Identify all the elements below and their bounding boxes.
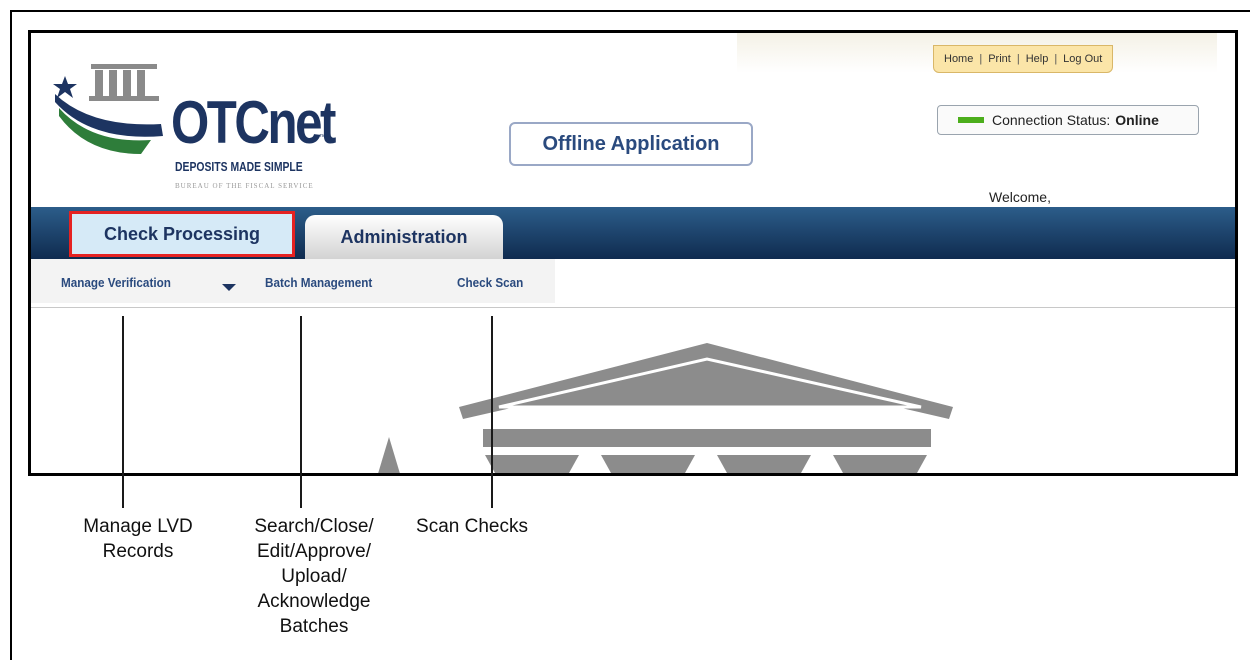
link-separator: |: [979, 53, 983, 65]
background-building-illustration: [378, 343, 953, 473]
callout-scan-checks: Scan Checks: [416, 516, 528, 537]
welcome-text: Welcome,: [989, 189, 1051, 205]
logo-tagline: DEPOSITS MADE SIMPLE: [175, 159, 303, 174]
chevron-down-icon[interactable]: [222, 284, 236, 291]
app-window: OTCnet ™ DEPOSITS MADE SIMPLE BUREAU OF …: [28, 30, 1238, 476]
tab-administration[interactable]: Administration: [305, 215, 503, 259]
logout-link[interactable]: Log Out: [1063, 53, 1102, 65]
connection-status-value: Online: [1115, 112, 1159, 128]
offline-application-badge: Offline Application: [509, 122, 753, 166]
callout-line-manage-verification: [122, 316, 124, 508]
link-separator: |: [1016, 53, 1020, 65]
otcnet-logo: OTCnet ™ DEPOSITS MADE SIMPLE BUREAU OF …: [51, 58, 381, 198]
treasury-building-icon: [53, 64, 163, 154]
star-icon: [53, 76, 77, 98]
sub-nav-menu: Manage Verification Batch Management Che…: [31, 259, 555, 303]
home-link[interactable]: Home: [944, 53, 973, 65]
connection-status: Connection Status: Online: [937, 105, 1199, 135]
help-link[interactable]: Help: [1026, 53, 1049, 65]
top-links-bar: Home | Print | Help | Log Out: [933, 45, 1114, 73]
callout-batch-actions: Search/Close/ Edit/Approve/ Upload/ Ackn…: [254, 516, 374, 637]
callout-line-batch-management: [300, 316, 302, 508]
tab-check-processing[interactable]: Check Processing: [69, 211, 295, 257]
callout-manage-lvd-records: Manage LVD Records: [83, 516, 193, 562]
manage-verification-menu[interactable]: Manage Verification: [61, 275, 171, 290]
logo-subtag: BUREAU OF THE FISCAL SERVICE: [175, 182, 314, 190]
link-separator: |: [1054, 53, 1058, 65]
main-nav-bar: Check Processing Administration: [31, 207, 1235, 259]
logo-wordmark: OTCnet: [171, 89, 336, 156]
batch-management-menu[interactable]: Batch Management: [265, 275, 372, 290]
callout-line-check-scan: [491, 316, 493, 508]
connection-status-label: Connection Status:: [992, 112, 1111, 128]
logo-trademark: ™: [319, 134, 326, 141]
connection-indicator-icon: [958, 117, 984, 123]
check-scan-menu[interactable]: Check Scan: [457, 275, 523, 290]
print-link[interactable]: Print: [988, 53, 1011, 65]
sub-nav: Manage Verification Batch Management Che…: [31, 259, 1235, 308]
